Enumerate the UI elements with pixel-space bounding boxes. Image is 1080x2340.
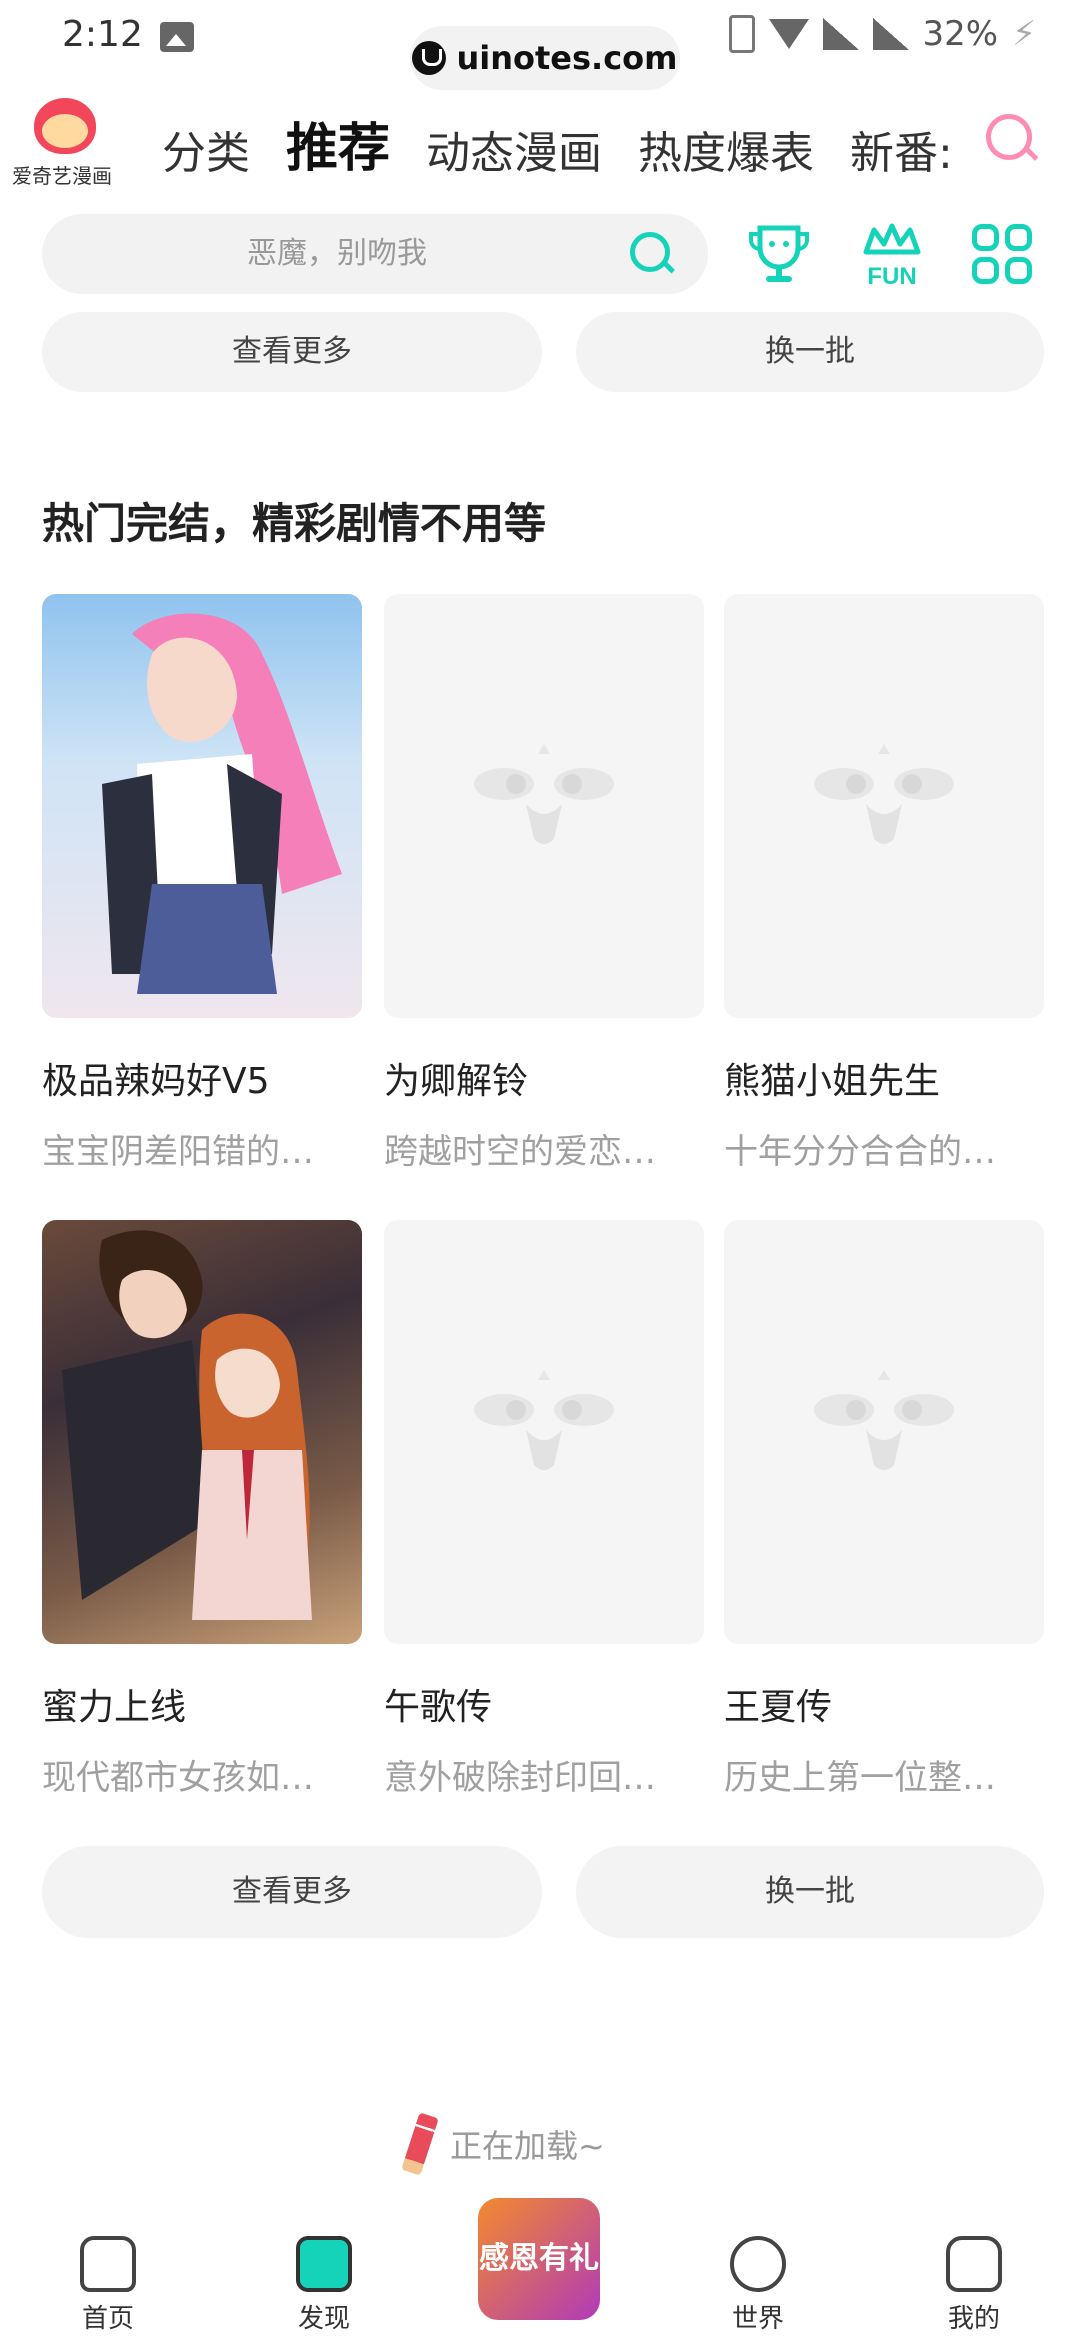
trophy-icon[interactable] bbox=[746, 222, 812, 288]
tab-new[interactable]: 新番: bbox=[850, 117, 952, 181]
comic-cover-placeholder[interactable] bbox=[384, 594, 704, 1018]
anime-girl-illustration bbox=[102, 613, 342, 994]
tab-category[interactable]: 分类 bbox=[162, 117, 250, 181]
signal-icon-1 bbox=[822, 18, 859, 50]
status-indicators: 32% ⚡ bbox=[728, 14, 1036, 54]
comic-title[interactable]: 熊猫小姐先生 bbox=[724, 1052, 1044, 1104]
comic-desc: 宝宝阴差阳错的… bbox=[42, 1132, 314, 1172]
nav-home[interactable]: 首页 bbox=[48, 2236, 168, 2335]
placeholder-mascot-icon bbox=[814, 1370, 954, 1470]
comic-card[interactable]: 蜜力上线 现代都市女孩如… bbox=[42, 1220, 362, 1799]
nav-mine-label: 我的 bbox=[947, 2304, 1000, 2334]
comic-cover-placeholder[interactable] bbox=[724, 594, 1044, 1018]
comic-card[interactable]: 熊猫小姐先生 十年分分合合的… bbox=[724, 594, 1044, 1173]
battery-text: 32% bbox=[922, 14, 999, 54]
app-logo-text: 爱奇艺漫画 bbox=[12, 164, 112, 188]
comic-cover-placeholder[interactable] bbox=[724, 1220, 1044, 1644]
search-icon[interactable] bbox=[630, 232, 670, 272]
comic-card[interactable]: 为卿解铃 跨越时空的爱恋… bbox=[384, 594, 704, 1173]
comic-card[interactable]: 王夏传 历史上第一位整… bbox=[724, 1220, 1044, 1799]
placeholder-mascot-icon bbox=[474, 744, 614, 844]
nav-discover[interactable]: 发现 bbox=[264, 2236, 384, 2335]
comic-title[interactable]: 极品辣妈好V5 bbox=[42, 1052, 362, 1104]
pencil-icon bbox=[401, 2112, 439, 2176]
search-placeholder[interactable]: 恶魔，别吻我 bbox=[42, 214, 632, 294]
nav-discover-label: 发现 bbox=[297, 2304, 350, 2334]
profile-icon bbox=[946, 2236, 1002, 2292]
comic-title[interactable]: 午歌传 bbox=[384, 1678, 704, 1730]
promo-gift-button[interactable]: 感恩有礼 bbox=[478, 2198, 600, 2320]
comic-desc: 十年分分合合的… bbox=[724, 1132, 996, 1172]
comic-title[interactable]: 蜜力上线 bbox=[42, 1678, 362, 1730]
app-logo-icon[interactable] bbox=[34, 98, 96, 154]
tab-hot[interactable]: 热度爆表 bbox=[638, 117, 814, 181]
signal-icon-2 bbox=[872, 18, 909, 50]
discover-icon bbox=[296, 2236, 352, 2292]
comic-desc: 跨越时空的爱恋… bbox=[384, 1132, 656, 1172]
comic-cover-placeholder[interactable] bbox=[384, 1220, 704, 1644]
loading-indicator: 正在加载~ bbox=[401, 2112, 605, 2176]
tab-recommend[interactable]: 推荐 bbox=[286, 106, 390, 181]
nav-mine[interactable]: 我的 bbox=[914, 2236, 1034, 2335]
view-more-button-top[interactable]: 查看更多 bbox=[42, 312, 542, 392]
image-notification-icon bbox=[160, 22, 194, 52]
couple-illustration bbox=[62, 1230, 312, 1620]
comic-title[interactable]: 为卿解铃 bbox=[384, 1052, 704, 1104]
apps-grid-icon[interactable] bbox=[972, 224, 1032, 284]
comic-cover-image[interactable] bbox=[42, 1220, 362, 1644]
url-pill: uinotes.com bbox=[410, 26, 680, 90]
vibrate-icon bbox=[728, 15, 755, 53]
refresh-button[interactable]: 换一批 bbox=[576, 1846, 1044, 1938]
wifi-icon bbox=[768, 19, 809, 49]
nav-world[interactable]: 世界 bbox=[698, 2236, 818, 2335]
comic-desc: 现代都市女孩如… bbox=[42, 1758, 314, 1798]
section-title: 热门完结，精彩剧情不用等 bbox=[42, 499, 547, 548]
tab-animated[interactable]: 动态漫画 bbox=[426, 117, 602, 181]
svg-text:FUN: FUN bbox=[867, 263, 916, 288]
status-time: 2:12 bbox=[62, 14, 143, 55]
comic-card[interactable]: 午歌传 意外破除封印回… bbox=[384, 1220, 704, 1799]
view-more-button[interactable]: 查看更多 bbox=[42, 1846, 542, 1938]
charging-icon: ⚡ bbox=[1012, 14, 1036, 54]
url-text: uinotes.com bbox=[456, 39, 678, 77]
comic-desc: 意外破除封印回… bbox=[384, 1758, 656, 1798]
nav-home-label: 首页 bbox=[81, 2304, 134, 2334]
fun-crown-icon[interactable]: FUN bbox=[860, 222, 924, 288]
comic-title[interactable]: 王夏传 bbox=[724, 1678, 1044, 1730]
top-tabs: 分类 推荐 动态漫画 热度爆表 新番: bbox=[162, 106, 952, 181]
planet-icon bbox=[730, 2236, 786, 2292]
loading-text: 正在加载~ bbox=[450, 2127, 605, 2165]
comic-cover-image[interactable] bbox=[42, 594, 362, 1018]
placeholder-mascot-icon bbox=[474, 1370, 614, 1470]
home-icon bbox=[80, 2236, 136, 2292]
uinotes-logo-icon bbox=[412, 41, 447, 75]
comic-card[interactable]: 极品辣妈好V5 宝宝阴差阳错的… bbox=[42, 594, 362, 1173]
placeholder-mascot-icon bbox=[814, 744, 954, 844]
comic-desc: 历史上第一位整… bbox=[724, 1758, 996, 1798]
header-search-icon[interactable] bbox=[986, 114, 1032, 160]
nav-world-label: 世界 bbox=[731, 2304, 784, 2334]
refresh-button-top[interactable]: 换一批 bbox=[576, 312, 1044, 392]
